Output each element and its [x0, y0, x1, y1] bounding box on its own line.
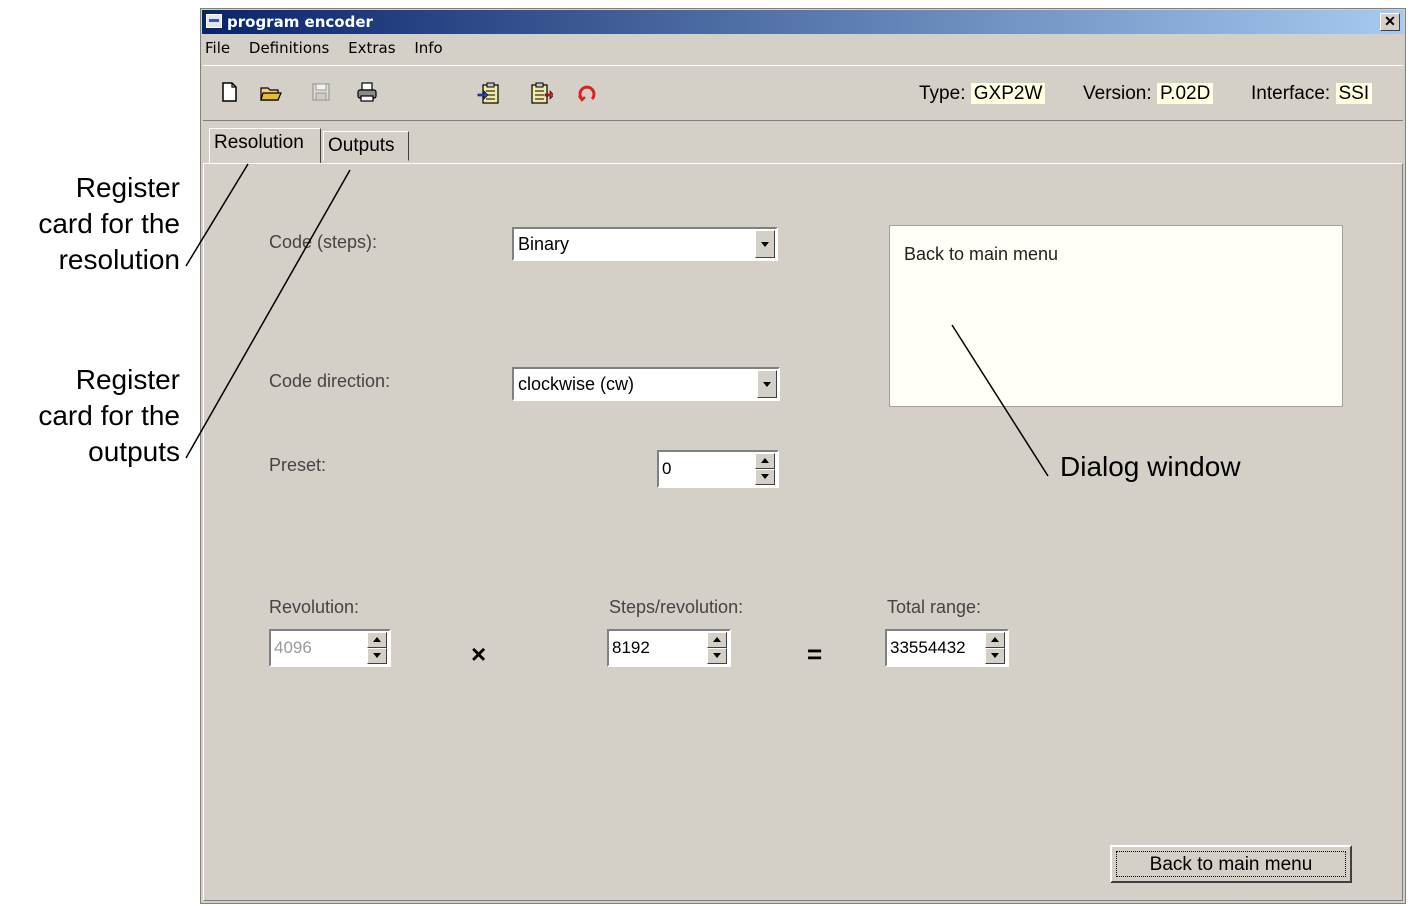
steps-per-revolution-spinner[interactable]: 8192: [607, 629, 731, 667]
steps-per-revolution-label: Steps/revolution:: [609, 597, 744, 617]
equals-symbol: =: [807, 639, 823, 669]
revolution-value: 4096: [274, 638, 312, 657]
steps-per-revolution-value: 8192: [612, 638, 650, 657]
dialog-window: Back to main menu: [889, 225, 1343, 407]
tab-outputs[interactable]: Outputs: [323, 131, 409, 161]
annotation-line: card for the: [38, 208, 180, 239]
annotation-line: resolution: [58, 244, 180, 275]
title-bar[interactable]: program encoder ✕: [202, 10, 1404, 34]
dialog-text: Back to main menu: [904, 244, 1059, 264]
version-status: Version: P.02D: [1083, 83, 1214, 105]
interface-status: Interface: SSI: [1251, 83, 1373, 105]
code-direction-label: Code direction:: [269, 371, 391, 391]
menu-bar: File Definitions Extras Info: [205, 39, 457, 61]
interface-value: SSI: [1335, 83, 1373, 104]
annotation-line: card for the: [38, 400, 180, 431]
chevron-down-icon[interactable]: [757, 370, 777, 398]
annotation-resolution-card: Register card for the resolution: [0, 170, 180, 278]
annotation-line: Register: [75, 364, 180, 395]
annotation-outputs-card: Register card for the outputs: [0, 362, 180, 470]
code-steps-select[interactable]: Binary: [512, 227, 778, 261]
chevron-down-icon[interactable]: [755, 230, 775, 258]
spin-up-icon[interactable]: [755, 453, 775, 469]
spin-up-icon[interactable]: [707, 632, 727, 648]
window-title: program encoder: [227, 13, 373, 31]
annotation-line: Register: [75, 172, 180, 203]
preset-label: Preset:: [269, 455, 327, 475]
close-button[interactable]: ✕: [1380, 13, 1400, 31]
tab-resolution[interactable]: Resolution: [209, 128, 321, 163]
back-to-main-menu-button[interactable]: Back to main menu: [1110, 845, 1352, 883]
code-direction-value: clockwise (cw): [518, 374, 635, 394]
total-range-spinner[interactable]: 33554432: [885, 629, 1009, 667]
spin-up-icon[interactable]: [367, 632, 387, 648]
type-value: GXP2W: [970, 83, 1046, 104]
open-folder-icon[interactable]: [259, 80, 283, 104]
version-label: Version:: [1083, 83, 1152, 104]
annotation-dialog-window: Dialog window: [1060, 451, 1241, 482]
spin-down-icon[interactable]: [707, 648, 727, 664]
annotation-line: outputs: [88, 436, 180, 467]
back-button-label: Back to main menu: [1149, 854, 1313, 875]
print-icon[interactable]: [355, 80, 379, 104]
save-icon[interactable]: [309, 80, 333, 104]
code-direction-select[interactable]: clockwise (cw): [512, 367, 780, 401]
revolution-label: Revolution:: [269, 597, 360, 617]
interface-label: Interface:: [1251, 83, 1331, 104]
spin-down-icon[interactable]: [755, 469, 775, 485]
revolution-spinner[interactable]: 4096: [269, 629, 391, 667]
type-label: Type:: [919, 83, 966, 104]
menu-info[interactable]: Info: [414, 39, 442, 57]
times-symbol: ×: [471, 639, 487, 669]
app-icon: [206, 14, 222, 28]
write-device-icon[interactable]: [529, 80, 553, 104]
toolbar: Type: GXP2W Version: P.02D Interface: SS…: [203, 65, 1403, 121]
read-device-icon[interactable]: [477, 80, 501, 104]
menu-file[interactable]: File: [205, 39, 230, 57]
code-steps-label: Code (steps):: [269, 232, 378, 252]
spin-up-icon[interactable]: [985, 632, 1005, 648]
refresh-icon[interactable]: [575, 80, 599, 104]
menu-extras[interactable]: Extras: [348, 39, 395, 57]
code-steps-value: Binary: [518, 234, 570, 254]
total-range-label: Total range:: [887, 597, 982, 617]
spin-down-icon[interactable]: [985, 648, 1005, 664]
type-status: Type: GXP2W: [919, 83, 1046, 105]
total-range-value: 33554432: [890, 638, 966, 657]
new-file-icon[interactable]: [217, 80, 241, 104]
menu-definitions[interactable]: Definitions: [249, 39, 329, 57]
spin-down-icon[interactable]: [367, 648, 387, 664]
preset-spinner[interactable]: 0: [657, 450, 779, 488]
preset-value: 0: [662, 459, 672, 478]
version-value: P.02D: [1156, 83, 1214, 104]
